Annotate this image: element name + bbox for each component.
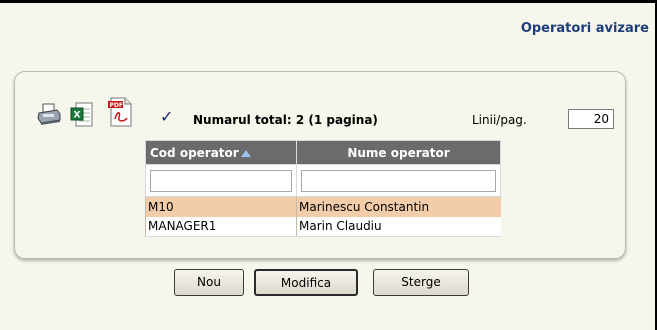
cell-name[interactable]: Marinescu Constantin [296, 196, 501, 217]
sort-ascending-icon [240, 149, 251, 157]
checkmark-icon[interactable]: ✓ [160, 109, 173, 125]
operators-table: Cod operator Nume operator M10 Marinescu… [145, 140, 501, 237]
top-border [0, 0, 657, 3]
printer-icon[interactable] [37, 102, 61, 126]
column-header-code-label: Cod operator [150, 145, 239, 160]
column-header-code[interactable]: Cod operator [145, 140, 297, 165]
total-count: Numarul total: 2 (1 pagina) [193, 113, 378, 127]
svg-text:X: X [74, 111, 81, 121]
filter-cell-name [296, 164, 501, 197]
lines-per-page-label: Linii/pag. [472, 113, 527, 127]
modify-button-label: Modifica [280, 276, 332, 290]
excel-export-icon[interactable]: X [70, 102, 94, 128]
cell-code[interactable]: MANAGER1 [145, 216, 297, 237]
column-header-name-label: Nume operator [347, 145, 450, 160]
delete-button[interactable]: Sterge [373, 269, 469, 296]
cell-code[interactable]: M10 [145, 196, 297, 217]
column-header-name[interactable]: Nume operator [296, 140, 501, 165]
page-title: Operatori avizare [520, 21, 649, 36]
pdf-export-icon[interactable]: PDF [107, 97, 133, 127]
delete-button-label: Sterge [401, 275, 441, 289]
filter-name-input[interactable] [301, 169, 496, 192]
table-row[interactable]: M10 Marinescu Constantin [145, 196, 501, 217]
new-button-label: Nou [197, 275, 221, 289]
svg-text:PDF: PDF [110, 102, 123, 109]
new-button[interactable]: Nou [174, 269, 244, 296]
cell-name[interactable]: Marin Claudiu [296, 216, 501, 237]
filter-cell-code [145, 164, 297, 197]
table-row[interactable]: MANAGER1 Marin Claudiu [145, 216, 501, 237]
modify-button[interactable]: Modifica [254, 269, 358, 296]
filter-code-input[interactable] [150, 169, 292, 192]
filter-row [145, 164, 501, 197]
table-header-row: Cod operator Nume operator [145, 140, 501, 165]
lines-per-page-input[interactable] [568, 109, 614, 129]
